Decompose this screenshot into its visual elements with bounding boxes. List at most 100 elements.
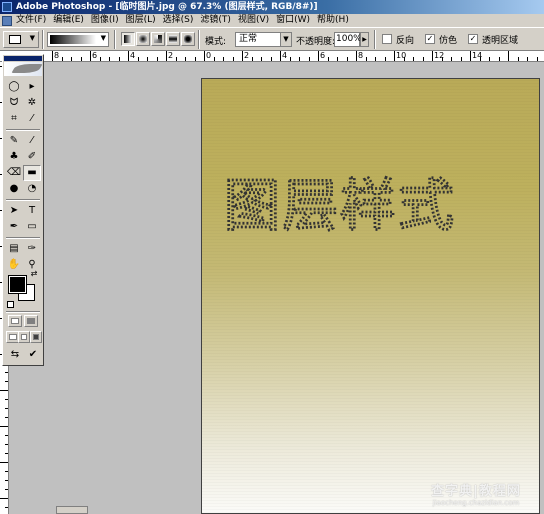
checkbox-box: ✓ bbox=[468, 34, 478, 44]
dither-checkbox[interactable]: ✓ 仿色 bbox=[425, 33, 458, 46]
ruler-label: 6 bbox=[92, 51, 98, 60]
diamond-gradient-button[interactable] bbox=[181, 32, 195, 46]
magic-wand-tool-icon[interactable]: ✲ bbox=[23, 95, 41, 111]
standard-mode-button[interactable] bbox=[8, 315, 22, 327]
ruler-tick bbox=[137, 57, 139, 61]
notes-tool-icon[interactable]: ▤ bbox=[5, 241, 23, 257]
menu-file[interactable]: 文件(F) bbox=[15, 14, 52, 27]
ruler-tick bbox=[299, 57, 300, 61]
quick-mask-mode-button[interactable] bbox=[24, 315, 38, 327]
stamp-tool-icon[interactable]: ♣ bbox=[5, 149, 23, 165]
reflected-gradient-button[interactable] bbox=[166, 32, 180, 46]
opacity-slider-button[interactable]: ▶ bbox=[360, 32, 369, 47]
tool-preset-picker[interactable]: ▼ bbox=[3, 31, 39, 48]
ruler-tick bbox=[527, 57, 528, 61]
ruler-tick bbox=[327, 57, 329, 61]
ruler-tick bbox=[251, 57, 253, 61]
toolbox-title-bar[interactable] bbox=[4, 56, 42, 61]
eraser-tool-icon[interactable]: ⌫ bbox=[5, 165, 23, 181]
ruler-tick bbox=[394, 51, 395, 61]
menu-select[interactable]: 选择(S) bbox=[162, 14, 200, 27]
ruler-tick bbox=[232, 57, 234, 61]
menu-bar: 文件(F) 编辑(E) 图像(I) 图层(L) 选择(S) 滤镜(T) 视图(V… bbox=[0, 14, 544, 27]
ruler-tick bbox=[356, 51, 357, 61]
linear-gradient-button[interactable] bbox=[121, 32, 135, 46]
reverse-checkbox[interactable]: 反向 bbox=[382, 33, 415, 46]
jump-to-imageready-icon[interactable]: ⇆ bbox=[6, 347, 24, 363]
screen-mode-full-button[interactable] bbox=[30, 331, 42, 343]
photoshop-icon bbox=[2, 2, 12, 12]
pen-tool-icon[interactable]: ✒ bbox=[5, 219, 23, 235]
menu-filter[interactable]: 滤镜(T) bbox=[199, 14, 237, 27]
ruler-tick bbox=[460, 57, 462, 61]
menu-window[interactable]: 窗口(W) bbox=[275, 14, 316, 27]
marching-ants-selection: 图层样式 bbox=[224, 174, 456, 239]
default-colors-icon[interactable] bbox=[7, 301, 14, 308]
document-canvas[interactable]: 图层样式 bbox=[201, 78, 540, 514]
ruler-tick bbox=[194, 57, 196, 61]
ruler-tick bbox=[0, 426, 8, 427]
menu-image[interactable]: 图像(I) bbox=[90, 14, 125, 27]
ruler-tick bbox=[365, 57, 367, 61]
chevron-down-icon: ▼ bbox=[29, 34, 35, 42]
shape-tool-icon[interactable]: ▭ bbox=[23, 219, 41, 235]
divider bbox=[6, 237, 40, 239]
document-icon[interactable] bbox=[2, 15, 12, 26]
ruler-tick bbox=[5, 408, 8, 409]
ruler-label: 4 bbox=[282, 51, 288, 60]
radial-gradient-button[interactable] bbox=[136, 32, 150, 46]
menu-edit[interactable]: 编辑(E) bbox=[52, 14, 90, 27]
history-brush-tool-icon[interactable]: ✐ bbox=[23, 149, 41, 165]
move-tool-icon[interactable]: ▸ bbox=[23, 79, 41, 95]
slice-tool-icon[interactable]: ⁄ bbox=[23, 111, 41, 127]
swap-colors-icon[interactable]: ⇄ bbox=[29, 269, 39, 279]
transparency-checkbox[interactable]: ✓ 透明区域 bbox=[468, 33, 518, 46]
gradient-tool-icon[interactable]: ▬ bbox=[23, 165, 41, 181]
ruler-tick bbox=[156, 57, 158, 61]
reverse-label: 反向 bbox=[396, 35, 415, 46]
ruler-tick bbox=[5, 489, 8, 490]
angle-gradient-button[interactable] bbox=[151, 32, 165, 46]
dodge-tool-icon[interactable]: ◔ bbox=[23, 181, 41, 197]
dither-label: 仿色 bbox=[439, 35, 458, 46]
ruler-label: 12 bbox=[434, 51, 445, 60]
ruler-tick bbox=[242, 51, 243, 61]
ruler-tick bbox=[80, 57, 82, 61]
title-bar: Adobe Photoshop - [临时图片.jpg @ 67.3% (图层样… bbox=[0, 0, 544, 14]
hand-tool-icon[interactable]: ✋ bbox=[5, 257, 23, 273]
marquee-tool-icon[interactable]: ◯ bbox=[5, 79, 23, 95]
path-select-tool-icon[interactable]: ➤ bbox=[5, 203, 23, 219]
opacity-input[interactable]: 100% bbox=[334, 32, 362, 47]
gradient-picker[interactable]: ▼ bbox=[47, 32, 109, 47]
menu-layer[interactable]: 图层(L) bbox=[125, 14, 162, 27]
checkbox-box: ✓ bbox=[425, 34, 435, 44]
ruler-tick bbox=[5, 435, 8, 436]
healing-brush-tool-icon[interactable]: ✎ bbox=[5, 133, 23, 149]
ruler-tick bbox=[375, 57, 376, 61]
menu-help[interactable]: 帮助(H) bbox=[316, 14, 355, 27]
eyedropper-tool-icon[interactable]: ✑ bbox=[23, 241, 41, 257]
screen-mode-fullmenu-button[interactable] bbox=[18, 331, 30, 343]
ruler-tick bbox=[451, 57, 452, 61]
horizontal-scrollbar[interactable] bbox=[56, 506, 88, 514]
brush-tool-icon[interactable]: ⁄ bbox=[23, 133, 41, 149]
ruler-tick bbox=[489, 57, 490, 61]
ruler-tick bbox=[5, 507, 8, 508]
ruler-label: 10 bbox=[396, 51, 407, 60]
crop-tool-icon[interactable]: ⌗ bbox=[5, 111, 23, 127]
ruler-tick bbox=[5, 453, 8, 454]
ruler-tick bbox=[90, 51, 91, 61]
type-tool-icon[interactable]: T bbox=[23, 203, 41, 219]
ruler-tick bbox=[337, 57, 338, 61]
blur-tool-icon[interactable]: ● bbox=[5, 181, 23, 197]
options-bar: ▼ ▼ 模式: 正常 ▼ 不透明度: 100% ▶ 反向 ✓ 仿色 ✓ 透明区域 bbox=[0, 27, 544, 51]
imageready-icon[interactable]: ✔ bbox=[24, 347, 42, 363]
ruler-tick bbox=[318, 51, 319, 61]
adobe-online-button[interactable] bbox=[4, 62, 43, 76]
lasso-tool-icon[interactable]: ᗢ bbox=[5, 95, 23, 111]
ruler-tick bbox=[536, 57, 538, 61]
ruler-tick bbox=[422, 57, 424, 61]
menu-view[interactable]: 视图(V) bbox=[237, 14, 275, 27]
mode-select[interactable]: 正常 ▼ bbox=[235, 32, 292, 47]
foreground-color-swatch[interactable] bbox=[8, 275, 27, 294]
